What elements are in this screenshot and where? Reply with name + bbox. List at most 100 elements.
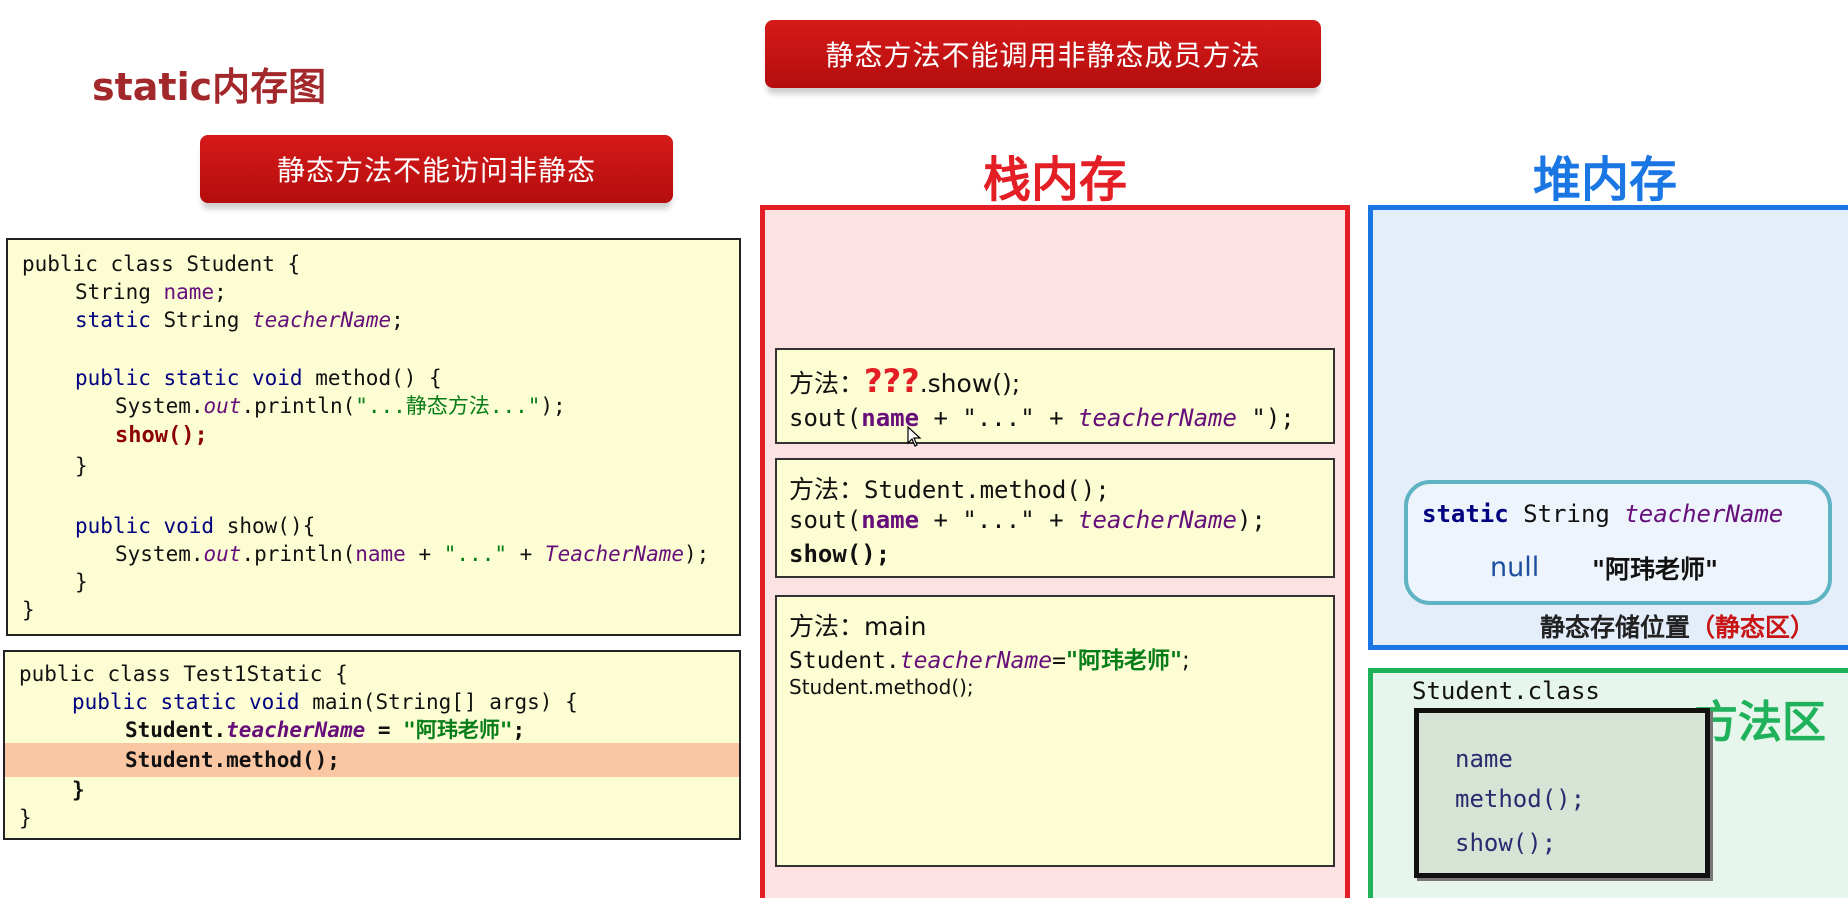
code-text: main(String[] args) { <box>312 690 578 714</box>
code-line: } <box>19 804 32 832</box>
frame-field: teacherName <box>899 648 1053 674</box>
frame-text: Student. <box>789 648 900 674</box>
frame-line: Student.method(); <box>789 675 974 699</box>
frame-text: + "..." + <box>919 506 1078 534</box>
frame-label: 方法： <box>789 369 865 398</box>
code-text: } <box>72 778 85 802</box>
code-text: System. <box>115 542 204 566</box>
code-keyword: public static void <box>72 690 300 714</box>
student-code-box: public class Student { String name; stat… <box>6 238 741 636</box>
code-string: "..." <box>443 542 507 566</box>
heap-title: 堆内存 <box>1532 152 1677 208</box>
page-title: static内存图 <box>92 65 327 109</box>
code-string: "阿玮老师" <box>403 718 513 742</box>
code-text: } <box>75 454 88 478</box>
code-keyword: static <box>75 308 151 332</box>
code-text: ); <box>540 394 566 418</box>
static-new-value: "阿玮老师" <box>1592 555 1719 584</box>
code-text: + <box>506 542 545 566</box>
code-text: System. <box>115 394 204 418</box>
frame-call: .show(); <box>919 369 1021 398</box>
code-type: String <box>75 280 151 304</box>
code-line: public class Test1Static { <box>19 660 348 688</box>
frame-line: sout(name + "..." + teacherName); <box>789 506 1266 534</box>
code-text: Student. <box>125 718 227 742</box>
frame-label: 方法：main <box>789 612 927 641</box>
code-text: Student.method(); <box>125 748 340 772</box>
frame-line: sout(name + "..." + teacherName "); <box>789 404 1295 432</box>
code-text: ; <box>512 718 526 742</box>
static-variable-box: static String teacherName null "阿玮老师" <box>1404 480 1832 605</box>
static-location-text: 静态存储位置 <box>1540 613 1691 642</box>
class-member-name: name <box>1455 745 1513 773</box>
code-field: TeacherName <box>544 542 684 566</box>
frame-string: "阿玮老师" <box>1065 648 1182 674</box>
code-field: teacherName <box>226 718 366 742</box>
code-line: System.out.println("...静态方法..."); <box>115 392 566 420</box>
code-text: show(){ <box>226 514 316 538</box>
code-keyword: public void <box>75 514 215 538</box>
current-line-highlight <box>5 743 739 777</box>
code-text: public class Student { <box>22 252 301 276</box>
static-old-value: null <box>1490 552 1540 583</box>
mouse-cursor-icon <box>907 426 922 447</box>
code-field: out <box>203 394 242 418</box>
code-line: public static void method() { <box>75 364 442 392</box>
frame-text: + "..." + <box>919 404 1078 432</box>
code-text: } <box>75 570 88 594</box>
frame-call: Student.method(); <box>864 476 1110 504</box>
frame-line: 方法：Student.method(); <box>789 470 1110 506</box>
code-line: String name; <box>75 280 227 304</box>
frame-label: 方法： <box>789 475 865 504</box>
code-text: show(); <box>115 423 208 448</box>
stack-frame-show: 方法：???.show(); sout(name + "..." + teach… <box>775 348 1335 447</box>
code-type: String <box>163 308 240 332</box>
code-text: .println( <box>241 542 356 566</box>
unknown-caller: ??? <box>864 362 920 400</box>
code-line: public void show(){ <box>75 512 315 540</box>
code-text: public class Test1Static { <box>19 662 348 686</box>
frame-line: Student.teacherName="阿玮老师"; <box>789 641 1190 675</box>
code-line: System.out.println(name + "..." + Teache… <box>115 540 709 568</box>
code-keyword: public static void <box>75 366 303 390</box>
code-text: } <box>19 806 32 830</box>
frame-text: ); <box>1236 506 1266 534</box>
code-text: method() { <box>315 366 442 390</box>
frame-text: sout( <box>789 506 862 534</box>
class-member-show: show(); <box>1455 829 1557 857</box>
code-field: out <box>203 542 242 566</box>
static-declaration: static String teacherName <box>1422 500 1783 528</box>
stack-frame-main: 方法：main Student.teacherName="阿玮老师"; Stud… <box>775 595 1335 867</box>
code-line: } <box>75 568 88 596</box>
static-zone-text: （静态区） <box>1690 613 1816 642</box>
frame-field: teacherName <box>1078 404 1237 432</box>
frame-field: name <box>861 506 920 534</box>
code-line: Student.teacherName = "阿玮老师"; <box>125 716 525 744</box>
class-member-method: method(); <box>1455 785 1586 813</box>
top-banner: 静态方法不能调用非静态成员方法 <box>765 20 1321 88</box>
static-type: String <box>1523 500 1610 528</box>
class-members-box: name method(); show(); <box>1414 708 1710 878</box>
code-line: public class Student { <box>22 250 300 278</box>
code-string: "...静态方法..." <box>355 394 541 418</box>
code-line: } <box>22 596 35 624</box>
left-banner: 静态方法不能访问非静态 <box>200 135 673 203</box>
code-line: } <box>75 452 88 480</box>
code-field: name <box>163 280 215 304</box>
static-keyword: static <box>1422 500 1509 528</box>
frame-line: 方法：???.show(); <box>789 362 1020 400</box>
frame-text: sout( <box>789 404 862 432</box>
class-name: Student.class <box>1412 677 1600 705</box>
test-code-box: public class Test1Static { public static… <box>3 650 741 840</box>
code-line: static String teacherName; <box>75 308 404 332</box>
code-line: } <box>72 776 85 804</box>
code-text: ); <box>684 542 710 566</box>
frame-field: teacherName <box>1078 506 1237 534</box>
code-field: teacherName <box>252 308 392 332</box>
static-zone-label: 静态存储位置（静态区） <box>1540 608 1815 644</box>
frame-show-call: show(); <box>789 540 891 568</box>
code-line: Student.method(); <box>125 746 340 774</box>
frame-text: "); <box>1236 404 1295 432</box>
static-field: teacherName <box>1624 500 1784 528</box>
code-line-show-call: show(); <box>115 422 208 450</box>
